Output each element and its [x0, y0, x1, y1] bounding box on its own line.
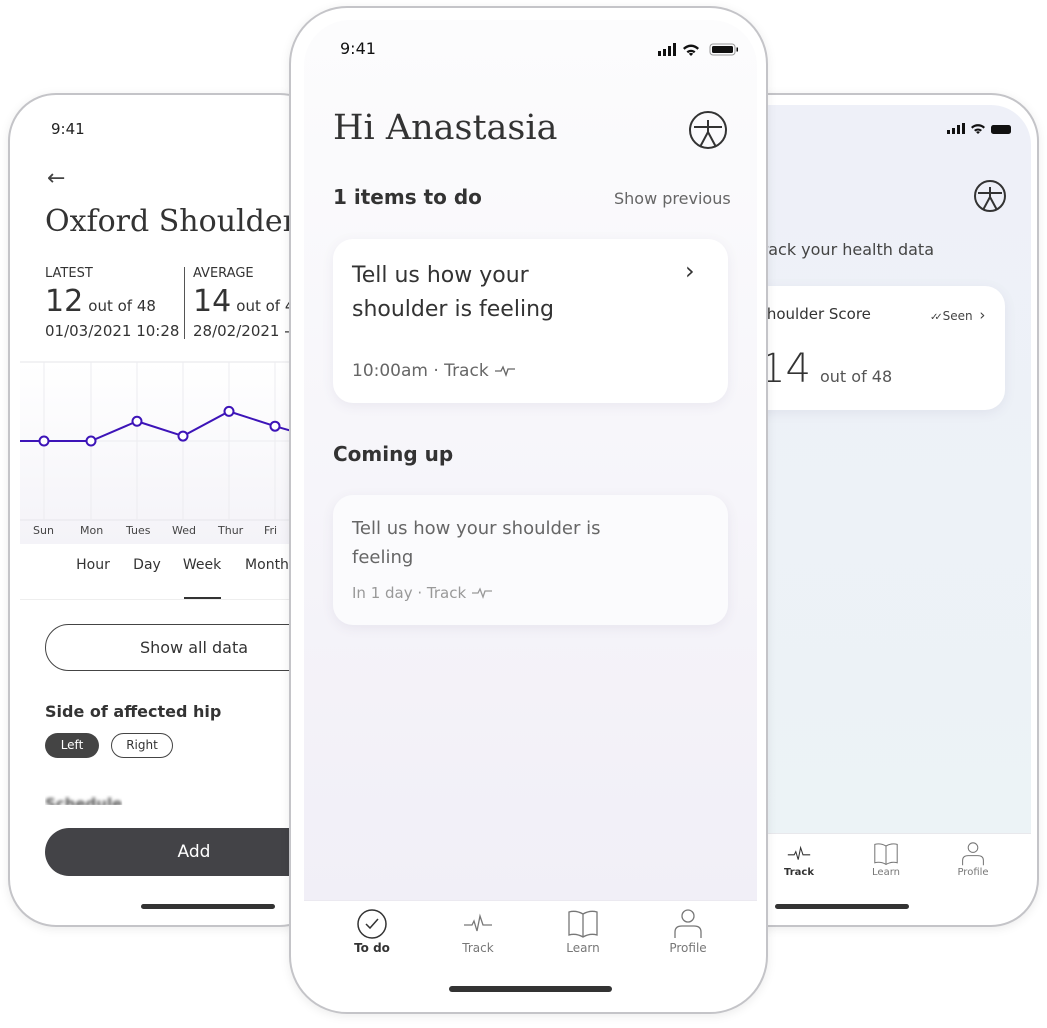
subtitle: track your health data — [755, 240, 934, 259]
side-chip-right[interactable]: Right — [111, 733, 173, 758]
add-button[interactable]: Add — [45, 828, 326, 876]
todo-heading: 1 items to do — [333, 185, 482, 209]
upcoming-card-title: Tell us how your shoulder is feeling — [352, 518, 601, 568]
period-tab-week[interactable]: Week — [183, 557, 221, 573]
tab-label: Track — [462, 941, 494, 955]
data-point — [85, 435, 97, 447]
chevron-right-icon: › — [685, 257, 695, 285]
latest-label: LATEST — [45, 266, 93, 281]
home-indicator — [449, 986, 612, 992]
screen-background — [722, 105, 1031, 833]
home-indicator — [141, 904, 275, 909]
period-tab-hour[interactable]: Hour — [76, 557, 110, 573]
stat-divider — [184, 267, 185, 339]
show-all-data-button[interactable]: Show all data — [45, 624, 326, 671]
data-point — [269, 420, 281, 432]
tab-label: Profile — [669, 941, 707, 955]
pulse-icon — [433, 908, 523, 940]
double-check-icon: ✓✓ — [930, 312, 943, 323]
left-phone-score-detail: 9:41 ← Oxford Shoulder Score LATEST 12 o… — [8, 93, 328, 927]
tab-track[interactable]: Track — [433, 908, 523, 955]
pulse-icon — [471, 587, 492, 599]
data-point — [131, 415, 143, 427]
status-icons — [947, 121, 1013, 140]
tab-profile[interactable]: Profile — [643, 908, 733, 955]
status-icons — [658, 42, 740, 61]
average-value: 14 out of 48 — [193, 284, 304, 319]
home-indicator — [775, 904, 909, 909]
page-title: Oxford Shoulder Score — [45, 204, 326, 239]
greeting-title: Hi Anastasia — [333, 108, 558, 148]
data-point — [177, 430, 189, 442]
average-date: 28/02/2021 - — [193, 322, 290, 340]
x-tick-label: Mon — [80, 524, 103, 537]
x-tick-label: Thur — [217, 524, 244, 537]
upcoming-card[interactable]: Tell us how your shoulder is feeling In … — [333, 495, 728, 625]
center-phone-todo: 9:41 Hi Anastasia 1 items to do Show pre… — [289, 6, 768, 1014]
pulse-icon — [763, 841, 835, 867]
tabbar-divider — [304, 900, 757, 901]
upcoming-card-meta: In 1 day · Track — [352, 584, 493, 602]
tab-learn[interactable]: Learn — [538, 908, 628, 955]
pulse-icon — [495, 365, 516, 377]
seen-status: ✓✓ Seen › — [930, 306, 986, 324]
back-arrow-icon[interactable]: ← — [47, 166, 65, 191]
schedule-label: Schedule — [45, 795, 123, 813]
status-time: 9:41 — [51, 120, 85, 138]
status-time: 9:41 — [340, 39, 376, 58]
tab-to-do[interactable]: To do — [327, 908, 417, 955]
book-icon — [850, 841, 922, 867]
tab-profile[interactable]: Profile — [928, 838, 1018, 878]
tab-label: Profile — [957, 867, 989, 878]
todo-card[interactable]: Tell us how your shoulder is feeling › 1… — [333, 239, 728, 403]
x-tick-label: Sun — [33, 524, 54, 537]
x-tick-label: Fri — [264, 524, 277, 537]
side-chip-left[interactable]: Left — [45, 733, 99, 758]
check-circle-icon — [327, 908, 417, 940]
tabbar-divider — [722, 833, 1031, 834]
score-value: 14 out of 48 — [760, 346, 893, 392]
period-tab-day[interactable]: Day — [133, 557, 161, 573]
data-point — [38, 435, 50, 447]
person-icon — [937, 841, 1009, 867]
tab-learn[interactable]: Learn — [841, 838, 931, 878]
logo-avatar-icon[interactable] — [973, 179, 1007, 213]
score-line-chart: Sun Mon Tues Wed Thur Fri — [20, 361, 320, 544]
data-point — [223, 405, 235, 417]
coming-up-heading: Coming up — [333, 442, 454, 466]
tab-label: Learn — [566, 941, 600, 955]
show-previous-link[interactable]: Show previous — [614, 189, 731, 208]
x-tick-label: Tues — [125, 524, 151, 537]
todo-card-meta: 10:00am · Track — [352, 361, 516, 381]
logo-avatar-icon[interactable] — [688, 110, 728, 150]
period-tab-month[interactable]: Month — [245, 557, 289, 573]
average-label: AVERAGE — [193, 266, 254, 281]
chevron-right-icon: › — [979, 306, 986, 324]
person-icon — [643, 908, 733, 940]
latest-value: 12 out of 48 — [45, 284, 156, 319]
book-icon — [538, 908, 628, 940]
x-tick-label: Wed — [172, 524, 196, 537]
todo-card-title: Tell us how your shoulder is feeling — [352, 263, 554, 322]
side-label: Side of affected hip — [45, 702, 222, 721]
latest-date: 01/03/2021 10:28 — [45, 322, 180, 340]
tab-label: Learn — [872, 867, 900, 878]
tab-label: To do — [354, 941, 390, 955]
divider — [20, 599, 320, 600]
